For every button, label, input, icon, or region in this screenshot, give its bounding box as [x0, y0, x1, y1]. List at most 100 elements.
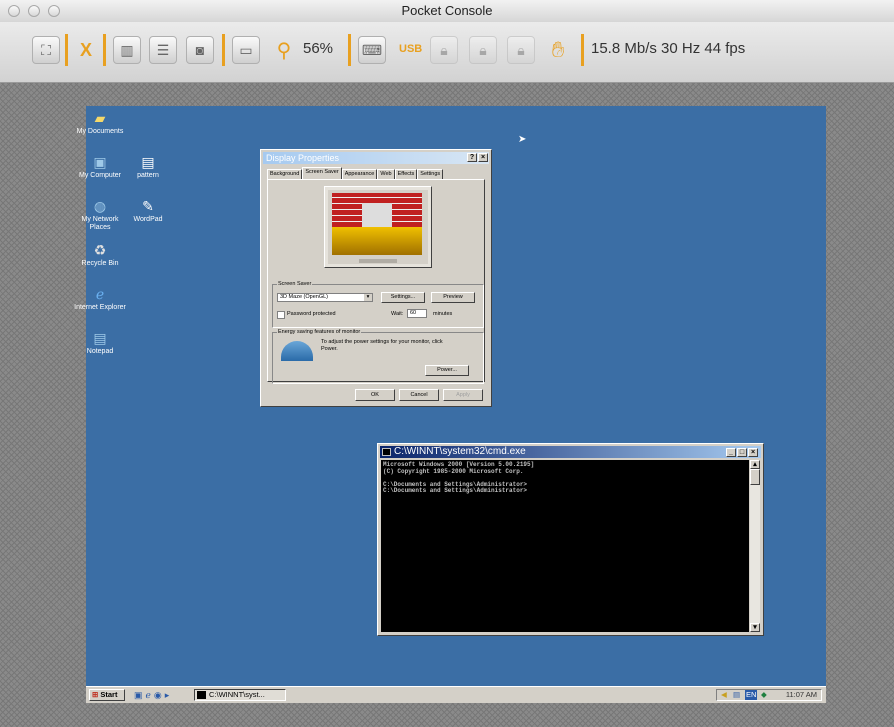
tab-settings[interactable]: Settings	[417, 169, 444, 179]
taskbar-item-cmd[interactable]: C:\WINNT\syst...	[194, 689, 286, 701]
disconnect-button[interactable]: X	[72, 36, 100, 64]
taskbar: ⊞ Start ▣ℯ◉▸ C:\WINNT\syst... ◀ ▤ EN ◆ 1…	[86, 686, 826, 703]
display-properties-dialog: Display Properties ? × Background Screen…	[260, 149, 492, 407]
toolbar-separator	[222, 34, 225, 66]
tray-app-icon[interactable]: ◆	[761, 690, 767, 700]
preview-screen	[332, 193, 422, 255]
close-icon: ×	[480, 154, 486, 161]
cmd-minimize-button[interactable]: _	[726, 448, 736, 457]
snapshot-button[interactable]: ◙	[186, 36, 214, 64]
window-mode-button[interactable]: ▭	[232, 36, 260, 64]
energy-group: Energy saving features of monitor To adj…	[272, 329, 484, 384]
folder-icon: ▰	[94, 110, 106, 126]
scroll-down-icon[interactable]: ▾	[750, 623, 760, 632]
preview-button[interactable]: Preview	[431, 292, 475, 303]
toolbar-separator	[581, 34, 584, 66]
notepad-icon: ▤	[93, 330, 107, 346]
color-bars-icon: ▥	[120, 41, 134, 58]
lock-icon: 🔒︎	[440, 41, 448, 58]
show-desktop-icon[interactable]: ▣	[134, 690, 146, 700]
toolbar-separator	[65, 34, 68, 66]
keyboard-icon: ⌨	[361, 41, 383, 58]
hand-button[interactable]: ✋︎	[544, 36, 572, 64]
cmd-scrollbar[interactable]: ▴ ▾	[750, 460, 760, 632]
cmd-app-icon	[382, 448, 391, 456]
desktop-icon-internet-explorer[interactable]: ℯ Internet Explorer	[72, 286, 128, 312]
windows-logo-icon: ⊞	[92, 690, 99, 699]
maze-floor	[332, 227, 422, 255]
clock: 11:07 AM	[785, 690, 817, 699]
cmd-maximize-button[interactable]: □	[737, 448, 747, 457]
ok-button[interactable]: OK	[355, 389, 395, 401]
network-icon[interactable]: ▤	[733, 690, 740, 700]
sliders-icon: ☰	[156, 41, 170, 58]
tab-web[interactable]: Web	[377, 169, 395, 179]
desktop-icon-wordpad[interactable]: ✎ WordPad	[120, 198, 176, 224]
help-button[interactable]: ?	[467, 153, 477, 162]
toolbar-separator	[348, 34, 351, 66]
lock-button-3[interactable]: 🔒︎	[507, 36, 535, 64]
scroll-thumb[interactable]	[750, 469, 760, 485]
cmd-title: C:\WINNT\system32\cmd.exe	[394, 446, 526, 457]
ie-icon: ℯ	[95, 286, 105, 302]
fullscreen-button[interactable]: ⛶	[32, 36, 60, 64]
close-icon: ×	[750, 449, 756, 456]
settings-button[interactable]: Settings...	[381, 292, 425, 303]
cancel-button[interactable]: Cancel	[399, 389, 439, 401]
monitor-stand	[359, 259, 397, 263]
screensaver-group: Screen Saver 3D Maze (OpenGL) ▾ Settings…	[272, 281, 484, 328]
ie-icon[interactable]: ℯ	[146, 690, 154, 700]
wordpad-icon: ✎	[142, 198, 154, 214]
maximize-icon: □	[739, 449, 745, 456]
zoom-level: 56%	[303, 40, 334, 57]
dialog-close-button[interactable]: ×	[478, 153, 488, 162]
desktop-icon-pattern[interactable]: ▤ pattern	[120, 154, 176, 180]
cmd-close-button[interactable]: ×	[748, 448, 758, 457]
media-icon[interactable]: ▸	[165, 690, 173, 700]
toolbar-separator	[103, 34, 106, 66]
minutes-label: minutes	[433, 311, 453, 317]
lock-icon: 🔒︎	[479, 41, 487, 58]
monitor-preview	[324, 186, 432, 268]
dialog-titlebar: Display Properties	[263, 152, 489, 164]
remote-desktop[interactable]: ▰ My Documents ▣ My Computer ▤ pattern ◍…	[74, 106, 826, 703]
zoom-button[interactable]: ⚲	[270, 36, 298, 64]
tab-effects[interactable]: Effects	[394, 169, 418, 179]
wait-minutes-stepper[interactable]: 60	[407, 309, 427, 318]
apply-button[interactable]: Apply	[443, 389, 483, 401]
cmd-titlebar: C:\WINNT\system32\cmd.exe	[380, 446, 761, 458]
magnifier-icon: ⚲	[276, 39, 292, 62]
cmd-console[interactable]: Microsoft Windows 2000 [Version 5.00.219…	[381, 460, 749, 632]
tab-appearance[interactable]: Appearance	[341, 169, 378, 179]
camera-icon: ◙	[195, 42, 205, 58]
desktop-icon-notepad[interactable]: ▤ Notepad	[72, 330, 128, 356]
keyboard-button[interactable]: ⌨	[358, 36, 386, 64]
volume-icon[interactable]: ◀	[721, 690, 727, 700]
usb-label[interactable]: USB	[399, 43, 422, 55]
start-button[interactable]: ⊞ Start	[89, 689, 125, 701]
screen-saver-panel: Screen Saver 3D Maze (OpenGL) ▾ Settings…	[267, 179, 485, 384]
cmd-title-buttons: _ □ ×	[726, 448, 758, 457]
energy-description: To adjust the power settings for your mo…	[321, 339, 443, 352]
toolbar: ⛶ X ▥ ☰ ◙ ▭ ⚲ 56% ⌨ USB 🔒︎ 🔒︎ 🔒︎ ✋︎ 15.8…	[0, 22, 894, 83]
lock-button-2[interactable]: 🔒︎	[469, 36, 497, 64]
outlook-icon[interactable]: ◉	[154, 690, 165, 700]
system-tray: ◀ ▤ EN ◆ 11:07 AM	[716, 689, 822, 701]
tab-background[interactable]: Background	[267, 169, 303, 179]
quick-launch[interactable]: ▣ℯ◉▸	[134, 690, 172, 701]
screensaver-select[interactable]: 3D Maze (OpenGL) ▾	[277, 293, 373, 302]
desktop-icon-recycle-bin[interactable]: ♻ Recycle Bin	[72, 242, 128, 268]
file-icon: ▤	[141, 154, 155, 170]
window-icon: ▭	[239, 41, 253, 58]
color-bars-button[interactable]: ▥	[113, 36, 141, 64]
settings-button[interactable]: ☰	[149, 36, 177, 64]
power-button[interactable]: Power...	[425, 365, 469, 376]
scroll-up-icon[interactable]: ▴	[750, 460, 760, 469]
desktop-icon-my-documents[interactable]: ▰ My Documents	[72, 110, 128, 136]
password-checkbox[interactable]	[277, 311, 285, 319]
language-icon[interactable]: EN	[745, 690, 758, 700]
lock-button-1[interactable]: 🔒︎	[430, 36, 458, 64]
network-icon: ◍	[93, 198, 107, 214]
window-titlebar: Pocket Console	[0, 0, 894, 23]
password-label: Password protected	[287, 311, 336, 317]
